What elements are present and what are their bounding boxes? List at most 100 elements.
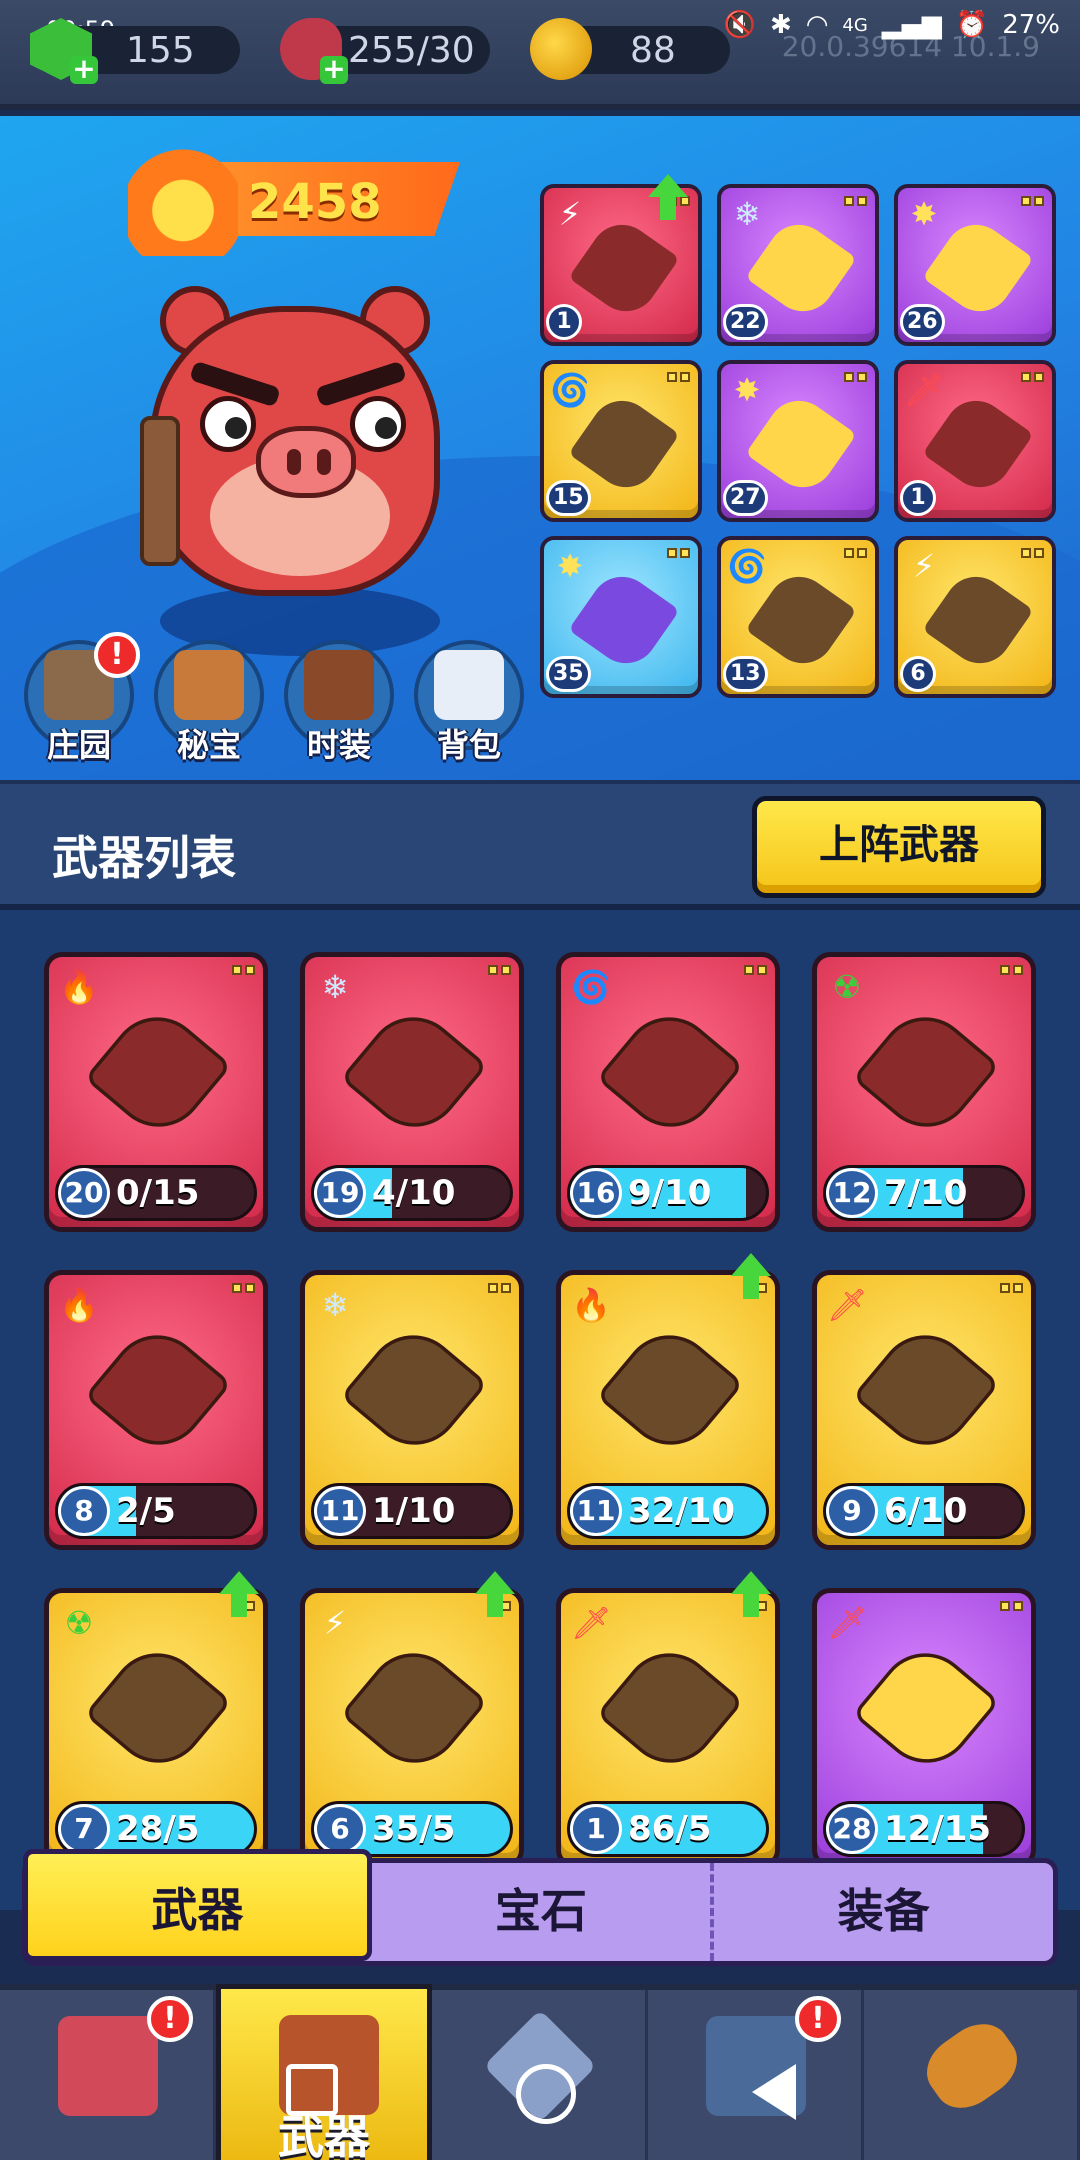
weapon-card[interactable]: ⚡ 6 35/5: [300, 1571, 524, 1868]
weapon-grid: 🔥 20 0/15 ❄ 19 4/10 🌀 16 9/10 ☢ 12 7/10 🔥 8 2/5 ❄ 11 1/10…: [44, 952, 1044, 1868]
weapon-level: 1: [570, 1804, 622, 1854]
slot-level: 1: [900, 480, 936, 516]
menu-button[interactable]: 背包: [410, 636, 528, 766]
battery-label: 27%: [1002, 10, 1060, 40]
gem-counter[interactable]: + 155: [30, 18, 240, 84]
menu-button[interactable]: 秘宝: [150, 636, 268, 766]
weapon-card[interactable]: ❄ 19 4/10: [300, 952, 524, 1232]
tab-weapons[interactable]: 武器: [23, 1849, 372, 1961]
hat-icon: [304, 650, 374, 720]
equipped-slot[interactable]: ✸ 26: [894, 184, 1056, 346]
slot-level: 6: [900, 656, 936, 692]
rarity-dot: [757, 965, 767, 975]
shard-count: 1/10: [372, 1491, 456, 1531]
weapon-card[interactable]: ❄ 11 1/10: [300, 1270, 524, 1550]
rarity-dots: [667, 372, 690, 382]
recent-apps-button[interactable]: [286, 2064, 338, 2116]
weapon-card[interactable]: 🗡 28 12/15: [812, 1588, 1036, 1868]
rarity-dot: [857, 548, 867, 558]
shard-count: 28/5: [116, 1809, 200, 1849]
nav-capsule[interactable]: [864, 1990, 1080, 2160]
equipped-slot[interactable]: 🌀 13: [717, 536, 879, 698]
slot-level: 13: [723, 656, 768, 692]
rarity-dot: [680, 196, 690, 206]
coin-counter[interactable]: 88: [530, 18, 730, 80]
burst-icon: ✸: [733, 371, 761, 409]
home-button[interactable]: [516, 2064, 576, 2124]
rarity-dot: [844, 548, 854, 558]
back-button[interactable]: [752, 2064, 796, 2120]
shard-progress-bar: 11 32/10: [567, 1483, 769, 1539]
rarity-dot: [667, 548, 677, 558]
equipped-slot[interactable]: ⚡ 1: [540, 174, 702, 346]
treasure-pot-icon: [174, 650, 244, 720]
shard-count: 86/5: [628, 1809, 712, 1849]
alarm-icon: ⏰: [955, 10, 989, 40]
weapon-art-icon: [340, 1316, 488, 1464]
pig-hero[interactable]: [120, 266, 460, 656]
rarity-dot: [1034, 548, 1044, 558]
tab-equipment[interactable]: 装备: [714, 1863, 1053, 1961]
sword-icon: 🗡: [571, 1604, 612, 1642]
weapon-card[interactable]: 🌀 16 9/10: [556, 952, 780, 1232]
equipped-slot[interactable]: ✸ 35: [540, 536, 702, 698]
shard-count: 32/10: [628, 1491, 736, 1531]
equipped-slot[interactable]: ❄ 22: [717, 184, 879, 346]
slot-level: 26: [900, 304, 945, 340]
weapon-card[interactable]: 🔥 8 2/5: [44, 1270, 268, 1550]
shard-progress-bar: 9 6/10: [823, 1483, 1025, 1539]
lightning-icon: ⚡: [323, 1604, 347, 1642]
equipped-slot[interactable]: ⚡ 6: [894, 536, 1056, 698]
equipped-slot[interactable]: ✸ 27: [717, 360, 879, 522]
weapon-art-icon: [596, 1316, 744, 1464]
weapon-list: 🔥 20 0/15 ❄ 19 4/10 🌀 16 9/10 ☢ 12 7/10 🔥 8 2/5 ❄ 11 1/10…: [0, 910, 1080, 1910]
weapon-art-icon: [596, 998, 744, 1146]
fire-icon: 🔥: [59, 968, 99, 1006]
nav-shop[interactable]: !: [0, 1990, 216, 2160]
menu-button[interactable]: 时装: [280, 636, 398, 766]
bluetooth-icon: ✱: [769, 10, 792, 40]
weapon-card[interactable]: 🗡 9 6/10: [812, 1270, 1036, 1550]
alert-badge: !: [94, 632, 140, 678]
weapon-level: 6: [314, 1804, 366, 1854]
rarity-dot: [1000, 965, 1010, 975]
weapon-card[interactable]: 🔥 11 32/10: [556, 1253, 780, 1550]
tab-gems[interactable]: 宝石: [372, 1863, 715, 1961]
weapon-level: 9: [826, 1486, 878, 1536]
rarity-dot: [1034, 372, 1044, 382]
add-energy-icon[interactable]: +: [320, 55, 348, 84]
equipped-slot[interactable]: 🗡 1: [894, 360, 1056, 522]
deploy-weapons-button[interactable]: 上阵武器: [752, 796, 1046, 898]
shard-count: 12/15: [884, 1809, 992, 1849]
weapon-level: 7: [58, 1804, 110, 1854]
rarity-dot: [501, 965, 511, 975]
rarity-dot: [1021, 372, 1031, 382]
shard-count: 2/5: [116, 1491, 176, 1531]
add-gems-icon[interactable]: +: [70, 55, 98, 84]
weapon-card[interactable]: ☢ 12 7/10: [812, 952, 1036, 1232]
rarity-dots: [744, 965, 767, 975]
rarity-dot: [232, 965, 242, 975]
weapon-card[interactable]: ☢ 7 28/5: [44, 1571, 268, 1868]
pig-eye: [350, 396, 406, 452]
equipped-slot[interactable]: 🌀 15: [540, 360, 702, 522]
shard-count: 6/10: [884, 1491, 968, 1531]
slot-level: 27: [723, 480, 768, 516]
menu-button[interactable]: 庄园!: [20, 632, 140, 766]
weapon-card[interactable]: 🗡 1 86/5: [556, 1571, 780, 1868]
weapon-card[interactable]: 🔥 20 0/15: [44, 952, 268, 1232]
weapon-level: 8: [58, 1486, 110, 1536]
ice-icon: ❄: [321, 1286, 349, 1324]
rarity-dot: [1013, 1601, 1023, 1611]
slot-level: 22: [723, 304, 768, 340]
ice-icon: ❄: [321, 968, 349, 1006]
weapon-art-icon: [84, 998, 232, 1146]
poison-icon: ☢: [832, 968, 862, 1006]
capsule-icon: [915, 2011, 1029, 2121]
energy-counter[interactable]: + 255/30: [280, 18, 490, 84]
sword-icon: 🗡: [827, 1604, 868, 1642]
rarity-dots: [1000, 1601, 1023, 1611]
rarity-dot: [1034, 196, 1044, 206]
rarity-dots: [844, 548, 867, 558]
system-icons: 🔇 ✱ ◠ 4G ▂▄▆ ⏰ 27%: [724, 10, 1060, 40]
